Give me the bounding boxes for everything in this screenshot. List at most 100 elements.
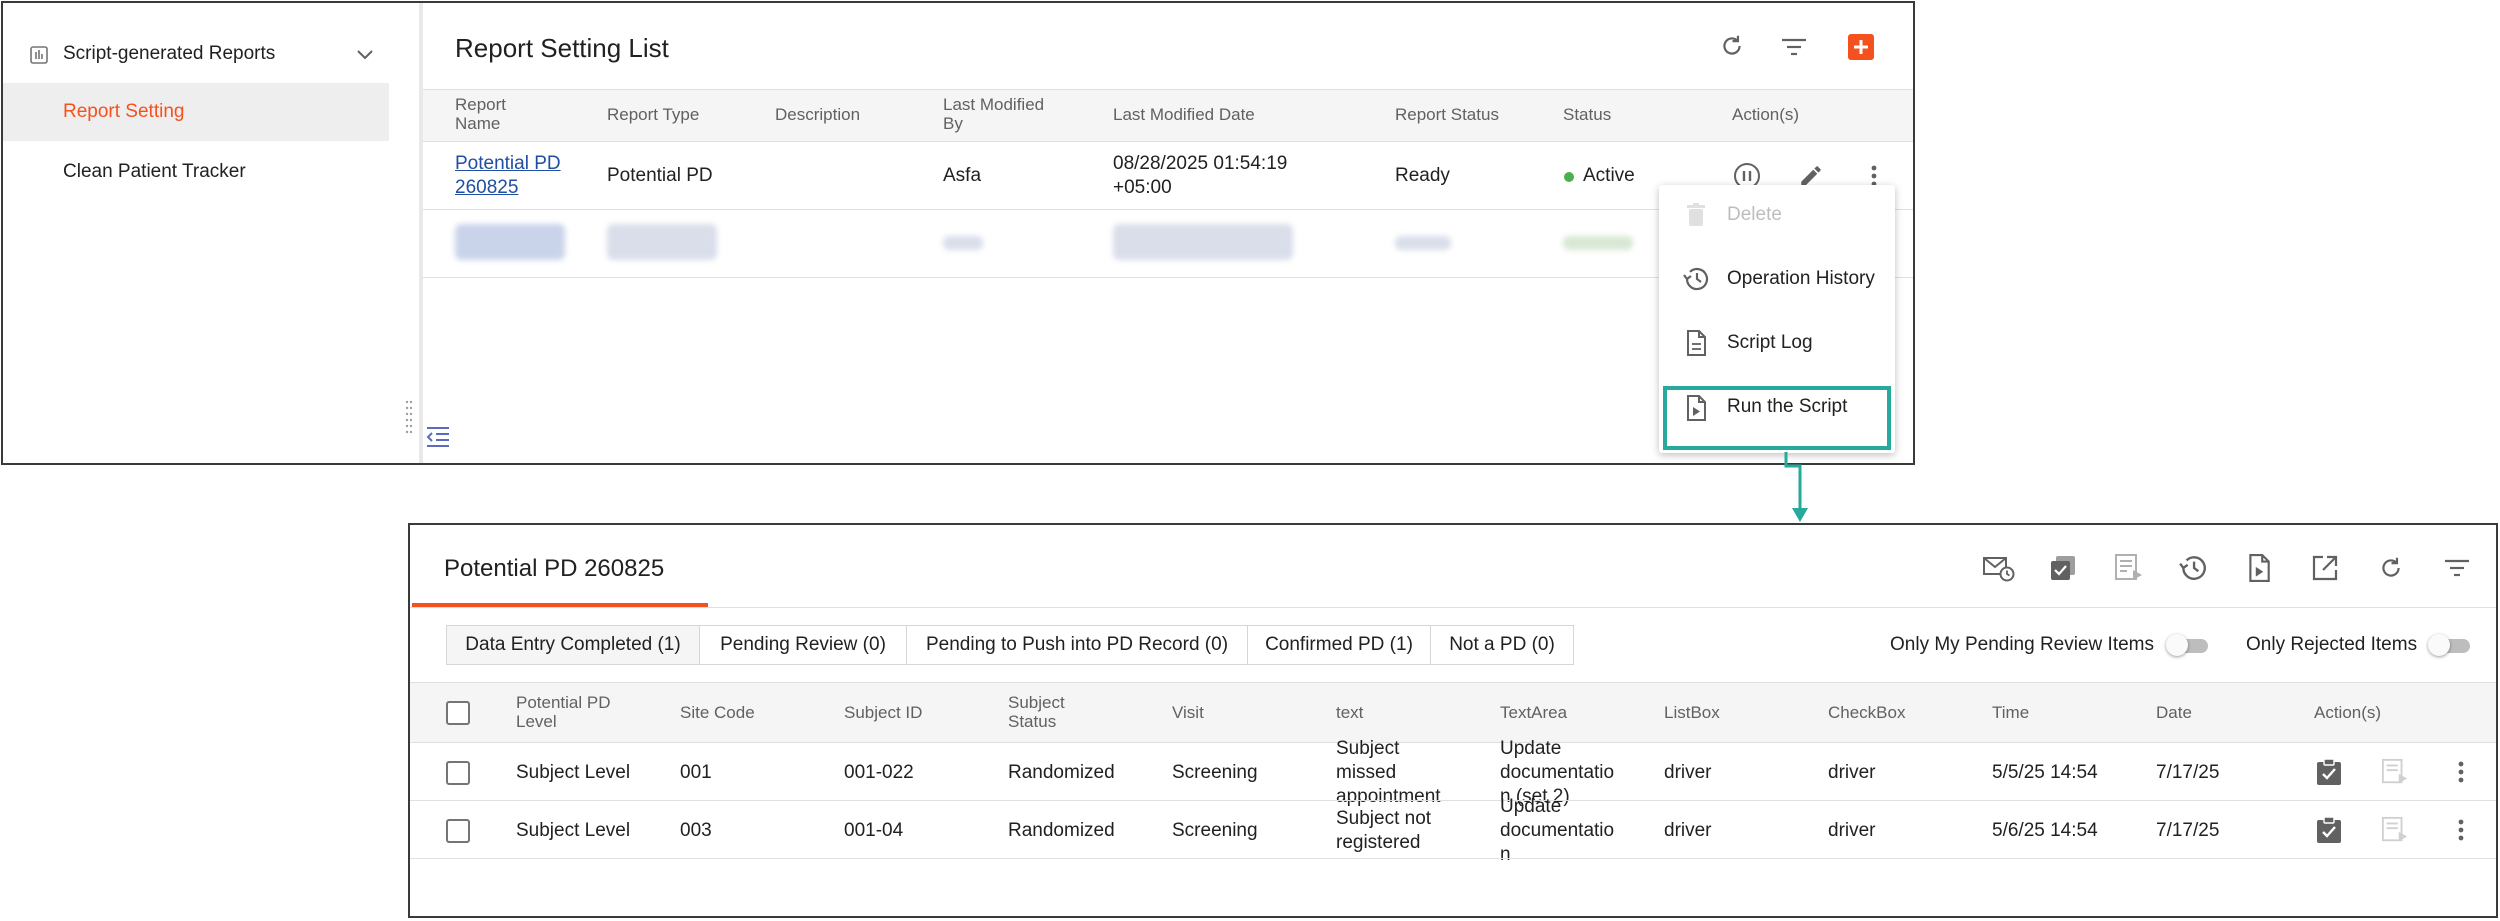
column-header-time: Time: [1992, 703, 2030, 722]
review-list-icon[interactable]: [2380, 757, 2410, 787]
trash-icon: [1683, 202, 1709, 228]
sidebar-group-label: Script-generated Reports: [63, 43, 276, 64]
filter-icon[interactable]: [2440, 553, 2474, 583]
site-code-cell: 003: [680, 820, 712, 841]
toggle-label: Only My Pending Review Items: [1890, 634, 2154, 655]
collapse-sidebar-icon[interactable]: [423, 423, 453, 451]
refresh-icon[interactable]: [2374, 551, 2408, 585]
last-modified-date-cell: 08/28/2025 01:54:19 +05:00: [1113, 153, 1288, 198]
checkbox-cell: driver: [1828, 820, 1876, 841]
redacted-cell: [1563, 236, 1633, 250]
table-row: Subject Level 001 001-022 Randomized Scr…: [410, 738, 2496, 807]
listbox-cell: driver: [1664, 820, 1712, 841]
column-header-description: Description: [775, 105, 861, 124]
report-type-cell: Potential PD: [607, 165, 713, 186]
menu-item-label: Operation History: [1727, 268, 1875, 289]
document-icon: [1683, 329, 1709, 357]
open-external-icon[interactable]: [2308, 551, 2342, 585]
page-title: Report Setting List: [455, 33, 669, 63]
column-header-actions: Action(s): [2314, 703, 2382, 722]
chevron-down-icon[interactable]: [355, 45, 375, 65]
divider: [410, 682, 2496, 683]
run-script-icon[interactable]: [2242, 551, 2276, 585]
only-my-pending-review-toggle[interactable]: [2166, 633, 2212, 657]
sidebar: Script-generated Reports Report Setting …: [3, 3, 413, 463]
textarea-cell: Update documentatio n: [1500, 796, 1615, 865]
table-row: Subject Level 003 001-04 Randomized Scre…: [410, 796, 2496, 865]
tab-pending-review[interactable]: Pending Review (0): [699, 625, 907, 665]
tab-pending-to-push[interactable]: Pending to Push into PD Record (0): [906, 625, 1248, 665]
site-code-cell: 001: [680, 762, 712, 783]
column-header-checkbox: CheckBox: [1828, 703, 1906, 722]
tab-not-a-pd[interactable]: Not a PD (0): [1430, 625, 1574, 665]
status-badge: Active: [1583, 165, 1635, 186]
column-header-actions: Action(s): [1732, 105, 1800, 124]
column-header-status: Status: [1563, 105, 1612, 124]
page-title: Potential PD 260825: [444, 555, 665, 582]
review-list-icon[interactable]: [2380, 815, 2410, 845]
report-status-cell: Ready: [1395, 165, 1450, 186]
checkbox-cell: driver: [1828, 762, 1876, 783]
refresh-icon[interactable]: [1717, 31, 1747, 61]
column-header-text: text: [1336, 703, 1364, 722]
sidebar-item-report-setting[interactable]: Report Setting: [3, 83, 389, 141]
column-header-textarea: TextArea: [1500, 703, 1568, 722]
sidebar-item-label: Clean Patient Tracker: [63, 161, 246, 182]
only-rejected-items-toggle[interactable]: [2428, 633, 2474, 657]
column-header-listbox: ListBox: [1664, 703, 1720, 722]
tab-confirmed-pd[interactable]: Confirmed PD (1): [1247, 625, 1431, 665]
menu-item-label: Script Log: [1727, 332, 1813, 353]
more-vertical-icon[interactable]: [2446, 757, 2476, 787]
subject-id-cell: 001-04: [844, 820, 904, 841]
level-cell: Subject Level: [516, 820, 631, 841]
date-cell: 7/17/25: [2156, 820, 2220, 841]
column-header-visit: Visit: [1172, 703, 1204, 722]
time-cell: 5/6/25 14:54: [1992, 820, 2098, 841]
subject-status-cell: Randomized: [1008, 762, 1115, 783]
menu-item-script-log[interactable]: Script Log: [1659, 313, 1895, 373]
time-cell: 5/5/25 14:54: [1992, 762, 2098, 783]
report-setting-window: Script-generated Reports Report Setting …: [1, 1, 1915, 465]
select-all-checkbox[interactable]: [446, 701, 470, 725]
column-header-report-status: Report Status: [1395, 105, 1499, 124]
redacted-cell: [1395, 236, 1451, 250]
more-vertical-icon[interactable]: [2446, 815, 2476, 845]
review-list-icon[interactable]: [2112, 551, 2146, 585]
column-header-site-code: Site Code: [680, 703, 755, 722]
menu-item-operation-history[interactable]: Operation History: [1659, 249, 1895, 309]
column-header-last-modified-date: Last Modified Date: [1113, 105, 1255, 124]
history-icon[interactable]: [2176, 551, 2210, 585]
batch-approve-icon[interactable]: [2046, 551, 2080, 585]
subject-id-cell: 001-022: [844, 762, 914, 783]
tab-data-entry-completed[interactable]: Data Entry Completed (1): [446, 625, 700, 665]
filter-icon[interactable]: [1779, 33, 1809, 61]
column-header-subject-id: Subject ID: [844, 703, 923, 722]
menu-item-delete[interactable]: Delete: [1659, 185, 1895, 245]
toggle-label: Only Rejected Items: [2246, 634, 2418, 655]
text-cell: Subject not registered: [1336, 808, 1432, 853]
column-header-report-name: Report Name: [455, 95, 507, 133]
redacted-cell: [455, 224, 565, 260]
history-icon: [1681, 265, 1711, 293]
sidebar-item-clean-patient-tracker[interactable]: Clean Patient Tracker: [3, 143, 389, 201]
add-report-button[interactable]: [1847, 33, 1875, 61]
row-checkbox[interactable]: [446, 819, 470, 843]
menu-item-label: Delete: [1727, 204, 1782, 225]
sidebar-group-script-reports[interactable]: Script-generated Reports: [3, 33, 389, 77]
text-cell: Subject missed appointment: [1336, 738, 1441, 807]
approve-icon[interactable]: [2314, 815, 2344, 845]
divider: [410, 858, 2496, 859]
level-cell: Subject Level: [516, 762, 631, 783]
report-name-link[interactable]: Potential PD 260825: [455, 152, 561, 200]
status-dot-icon: [1564, 172, 1574, 182]
column-header-potential-pd-level: Potential PD Level: [516, 693, 611, 731]
splitter-grip-icon[interactable]: [405, 398, 413, 438]
divider: [410, 607, 2496, 608]
email-schedule-icon[interactable]: [1982, 551, 2016, 585]
row-checkbox[interactable]: [446, 761, 470, 785]
report-icon: [29, 45, 49, 65]
sidebar-item-label: Report Setting: [63, 101, 185, 122]
approve-icon[interactable]: [2314, 757, 2344, 787]
column-header-date: Date: [2156, 703, 2192, 722]
redacted-cell: [607, 224, 717, 260]
